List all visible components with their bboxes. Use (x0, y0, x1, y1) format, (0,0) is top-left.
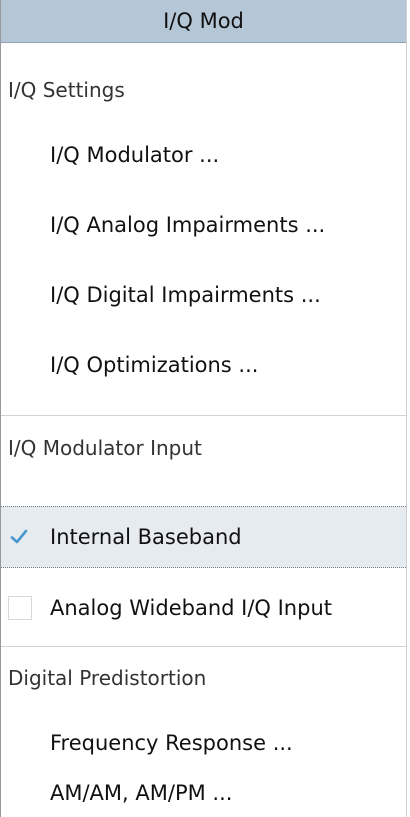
menu-item-label: Frequency Response ... (50, 731, 293, 755)
checkmark-icon (10, 529, 28, 544)
section-label-iq-modulator-input: I/Q Modulator Input (8, 436, 202, 460)
checkbox-icon (8, 596, 32, 620)
menu-item-label: I/Q Modulator ... (50, 143, 220, 167)
section-divider (1, 646, 406, 647)
section-label-digital-predistortion: Digital Predistortion (8, 666, 207, 690)
menu-item-iq-analog-impairments[interactable]: I/Q Analog Impairments ... (1, 195, 406, 255)
menu-item-label: I/Q Digital Impairments ... (50, 283, 321, 307)
option-label: Internal Baseband (50, 525, 242, 549)
menu-item-iq-modulator[interactable]: I/Q Modulator ... (1, 125, 406, 185)
menu-item-am-am-am-pm[interactable]: AM/AM, AM/PM ... (1, 770, 406, 816)
menu-item-label: I/Q Optimizations ... (50, 353, 259, 377)
menu-item-label: I/Q Analog Impairments ... (50, 213, 326, 237)
menu-item-label: AM/AM, AM/PM ... (50, 781, 233, 805)
menu-item-iq-optimizations[interactable]: I/Q Optimizations ... (1, 335, 406, 395)
menu-title: I/Q Mod (1, 0, 406, 43)
section-divider (1, 415, 406, 416)
iq-mod-menu-panel: I/Q Mod I/Q Settings I/Q Modulator ... I… (0, 0, 407, 817)
section-label-iq-settings: I/Q Settings (8, 78, 125, 102)
option-internal-baseband[interactable]: Internal Baseband (1, 506, 406, 568)
option-analog-wideband-iq-input[interactable]: Analog Wideband I/Q Input (1, 578, 406, 638)
menu-item-iq-digital-impairments[interactable]: I/Q Digital Impairments ... (1, 265, 406, 325)
option-label: Analog Wideband I/Q Input (50, 596, 332, 620)
menu-item-frequency-response[interactable]: Frequency Response ... (1, 713, 406, 773)
